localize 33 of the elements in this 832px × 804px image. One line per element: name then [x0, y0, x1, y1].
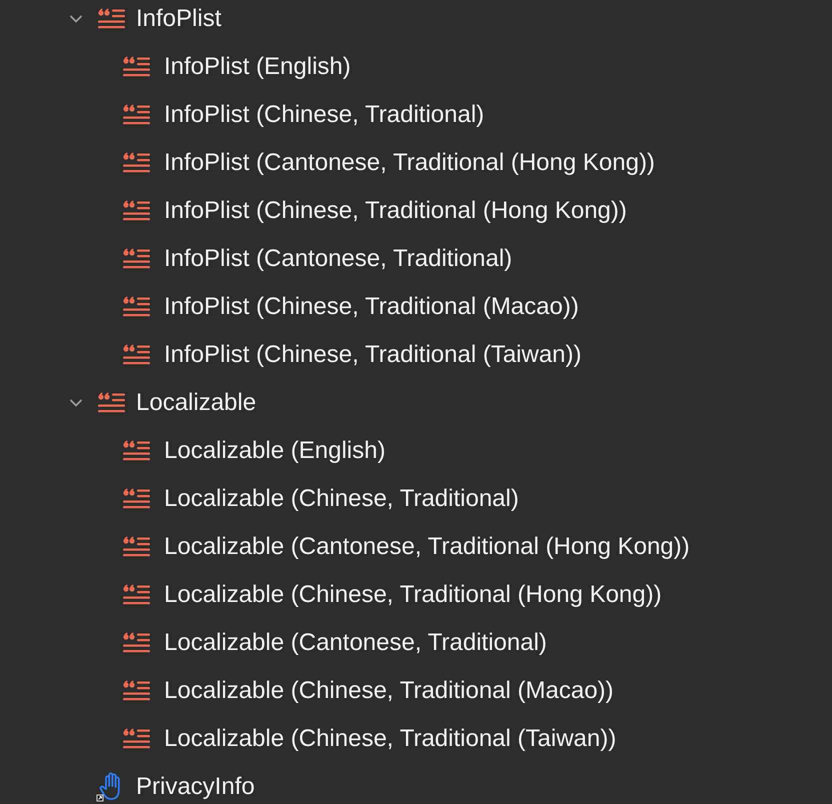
strings-file-icon	[122, 344, 152, 366]
file-name[interactable]: Localizable (Cantonese, Traditional (Hong Kong))	[164, 529, 690, 565]
strings-file-icon	[122, 248, 152, 270]
file-name[interactable]: InfoPlist (Cantonese, Traditional)	[164, 241, 512, 277]
file-name[interactable]: Localizable (Chinese, Traditional (Taiwan))	[164, 721, 616, 757]
strings-file-icon	[122, 200, 152, 222]
strings-file-icon	[122, 728, 152, 750]
strings-file-icon	[122, 152, 152, 174]
file-name[interactable]: Localizable	[136, 385, 256, 421]
file-name[interactable]: InfoPlist (Chinese, Traditional (Macao))	[164, 289, 579, 325]
strings-file-icon	[122, 440, 152, 462]
file-name[interactable]: Localizable (English)	[164, 433, 386, 469]
file-name[interactable]: InfoPlist (Chinese, Traditional (Hong Kong))	[164, 193, 627, 229]
file-name[interactable]: PrivacyInfo	[136, 769, 255, 804]
file-name[interactable]: InfoPlist (Cantonese, Traditional (Hong Kong))	[164, 145, 655, 181]
strings-file-icon	[122, 536, 152, 558]
file-name[interactable]: Localizable (Chinese, Traditional (Macao))	[164, 673, 614, 709]
strings-file-icon	[122, 632, 152, 654]
file-name[interactable]: InfoPlist (Chinese, Traditional)	[164, 97, 484, 133]
file-name[interactable]: InfoPlist (Chinese, Traditional (Taiwan))	[164, 337, 582, 373]
file-name[interactable]: InfoPlist	[136, 1, 222, 37]
file-name[interactable]: Localizable (Chinese, Traditional (Hong Kong))	[164, 577, 662, 613]
strings-file-icon	[97, 8, 127, 30]
strings-file-icon	[97, 392, 127, 414]
file-name[interactable]: InfoPlist (English)	[164, 49, 351, 85]
strings-file-icon	[122, 680, 152, 702]
strings-file-icon	[122, 104, 152, 126]
strings-file-icon	[122, 488, 152, 510]
strings-file-icon	[122, 56, 152, 78]
strings-file-icon	[122, 296, 152, 318]
file-name[interactable]: Localizable (Chinese, Traditional)	[164, 481, 519, 517]
file-name[interactable]: Localizable (Cantonese, Traditional)	[164, 625, 547, 661]
strings-file-icon	[122, 584, 152, 606]
